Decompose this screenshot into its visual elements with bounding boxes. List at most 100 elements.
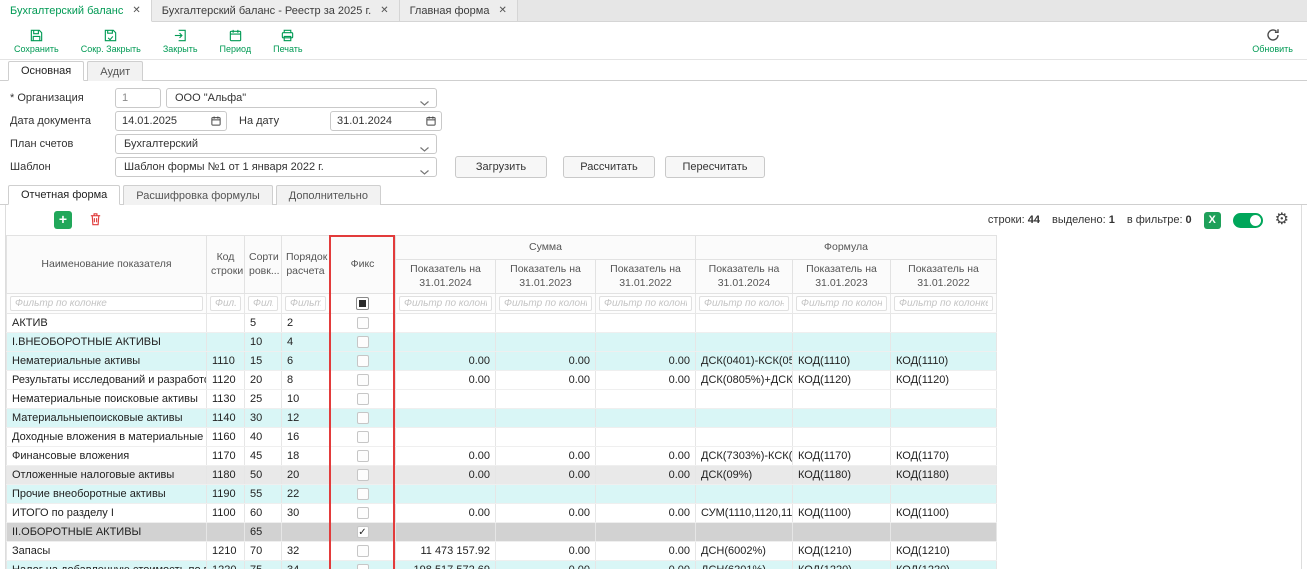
save-button[interactable]: Сохранить [14,28,59,54]
col-header-order[interactable]: Порядок расчета [282,236,330,294]
fix-checkbox[interactable] [357,469,369,481]
cell-calc-order: 34 [282,561,330,569]
cell-fix [330,314,396,333]
calculate-button[interactable]: Рассчитать [563,156,655,178]
table-row[interactable]: Отложенные налоговые активы118050200.000… [7,466,997,485]
excel-export-icon[interactable]: X [1204,212,1221,229]
fix-checkbox[interactable] [357,507,369,519]
recalculate-button[interactable]: Пересчитать [665,156,765,178]
close-icon[interactable]: ✕ [132,5,140,16]
cell-formula-0: ДСК(0401)-КСК(0501) [696,352,793,371]
fix-checkbox[interactable] [357,355,369,367]
fix-checkbox[interactable] [357,412,369,424]
fix-checkbox[interactable] [357,450,369,462]
template-select[interactable]: Шаблон формы №1 от 1 января 2022 г. [115,157,437,177]
filter-input-code[interactable] [210,296,241,311]
save-label: Сохранить [14,45,59,54]
calendar-icon[interactable] [425,115,437,127]
fix-checkbox[interactable] [357,317,369,329]
filter-input-sort[interactable] [248,296,278,311]
organization-code-field[interactable] [115,88,161,108]
filter-input-formula-2022[interactable] [894,296,993,311]
cell-row-code: 1160 [207,428,245,447]
close-label: Закрыть [163,45,198,54]
fix-checkbox[interactable] [357,336,369,348]
print-button[interactable]: Печать [273,28,302,54]
cell-sum-0: 11 473 157.92 [396,542,496,561]
tab-additional[interactable]: Дополнительно [276,185,381,205]
fix-checkbox[interactable] [357,488,369,500]
chart-of-accounts-label: План счетов [10,138,115,150]
main-tab-bar: Основная Аудит [0,60,1307,81]
filter-input-formula-2024[interactable] [699,296,789,311]
table-row[interactable]: II.ОБОРОТНЫЕ АКТИВЫ65✓ [7,523,997,542]
table-row[interactable]: Налог на добавленную стоимость по пр...1… [7,561,997,569]
cell-fix [330,466,396,485]
table-row[interactable]: Результаты исследований и разработок1120… [7,371,997,390]
filter-input-sum-2022[interactable] [599,296,692,311]
tab-audit[interactable]: Аудит [87,61,143,81]
cell-sum-1: 0.00 [496,542,596,561]
gear-icon[interactable]: ⚙ [1275,212,1289,228]
organization-select[interactable]: ООО "Альфа" [166,88,437,108]
cell-formula-1: КОД(1120) [793,371,891,390]
window-tab-registry[interactable]: Бухгалтерский баланс - Реестр за 2025 г.… [152,0,400,21]
fix-checkbox[interactable]: ✓ [357,526,369,538]
window-tab-balance[interactable]: Бухгалтерский баланс ✕ [0,0,152,22]
tab-report-form[interactable]: Отчетная форма [8,185,120,205]
calendar-icon[interactable] [210,115,222,127]
close-icon[interactable]: ✕ [380,5,388,16]
delete-row-button[interactable] [88,211,103,230]
fix-filter-checkbox[interactable] [356,297,369,310]
cell-fix: ✓ [330,523,396,542]
window-tab-main-form[interactable]: Главная форма ✕ [400,0,518,21]
tab-main[interactable]: Основная [8,61,84,81]
filter-input-sum-2024[interactable] [399,296,492,311]
refresh-button[interactable]: Обновить [1252,27,1293,54]
table-row[interactable]: Нематериальные активы11101560.000.000.00… [7,352,997,371]
fix-checkbox[interactable] [357,564,369,569]
fix-checkbox[interactable] [357,545,369,557]
filter-input-formula-2023[interactable] [796,296,887,311]
filter-input-order[interactable] [285,296,326,311]
table-row[interactable]: Прочие внеоборотные активы11905522 [7,485,997,504]
col-header-fix[interactable]: Фикс [330,236,396,294]
cell-formula-0 [696,485,793,504]
load-button[interactable]: Загрузить [455,156,547,178]
table-row[interactable]: Запасы1210703211 473 157.920.000.00ДСН(6… [7,542,997,561]
add-row-button[interactable]: + [54,211,72,229]
filter-input-name[interactable] [10,296,203,311]
filter-input-sum-2023[interactable] [499,296,592,311]
fix-checkbox[interactable] [357,393,369,405]
col-header-formula-2023[interactable]: Показатель на 31.01.2023 [793,260,891,294]
table-row[interactable]: Доходные вложения в материальные ц...116… [7,428,997,447]
date-row: Дата документа На дату [10,111,1307,131]
close-icon[interactable]: ✕ [498,5,506,16]
col-header-formula-2024[interactable]: Показатель на 31.01.2024 [696,260,793,294]
period-button[interactable]: Период [220,28,252,54]
save-close-button[interactable]: Сокр. Закрыть [81,28,141,54]
col-header-formula-2022[interactable]: Показатель на 31.01.2022 [891,260,997,294]
cell-formula-0 [696,333,793,352]
fix-checkbox[interactable] [357,374,369,386]
col-header-name[interactable]: Наименование показателя [7,236,207,294]
table-row[interactable]: Материальныепоисковые активы11403012 [7,409,997,428]
table-row[interactable]: I.ВНЕОБОРОТНЫЕ АКТИВЫ104 [7,333,997,352]
cell-formula-2: КОД(1100) [891,504,997,523]
col-header-sum-2022[interactable]: Показатель на 31.01.2022 [596,260,696,294]
chart-of-accounts-select[interactable]: Бухгалтерский [115,134,437,154]
col-header-code[interactable]: Код строки [207,236,245,294]
table-row[interactable]: Нематериальные поисковые активы11302510 [7,390,997,409]
col-header-sort[interactable]: Сорти ровк... [245,236,282,294]
close-button[interactable]: Закрыть [163,28,198,54]
tab-formula-breakdown[interactable]: Расшифровка формулы [123,185,272,205]
filter-toggle[interactable] [1233,213,1263,228]
col-header-sum-2023[interactable]: Показатель на 31.01.2023 [496,260,596,294]
col-header-sum-2024[interactable]: Показатель на 31.01.2024 [396,260,496,294]
table-row[interactable]: ИТОГО по разделу I110060300.000.000.00СУ… [7,504,997,523]
fix-checkbox[interactable] [357,431,369,443]
table-row[interactable]: АКТИВ52 [7,314,997,333]
table-row[interactable]: Финансовые вложения117045180.000.000.00Д… [7,447,997,466]
cell-row-code: 1110 [207,352,245,371]
toolbar: Сохранить Сокр. Закрыть Закрыть Период П… [0,22,1307,60]
